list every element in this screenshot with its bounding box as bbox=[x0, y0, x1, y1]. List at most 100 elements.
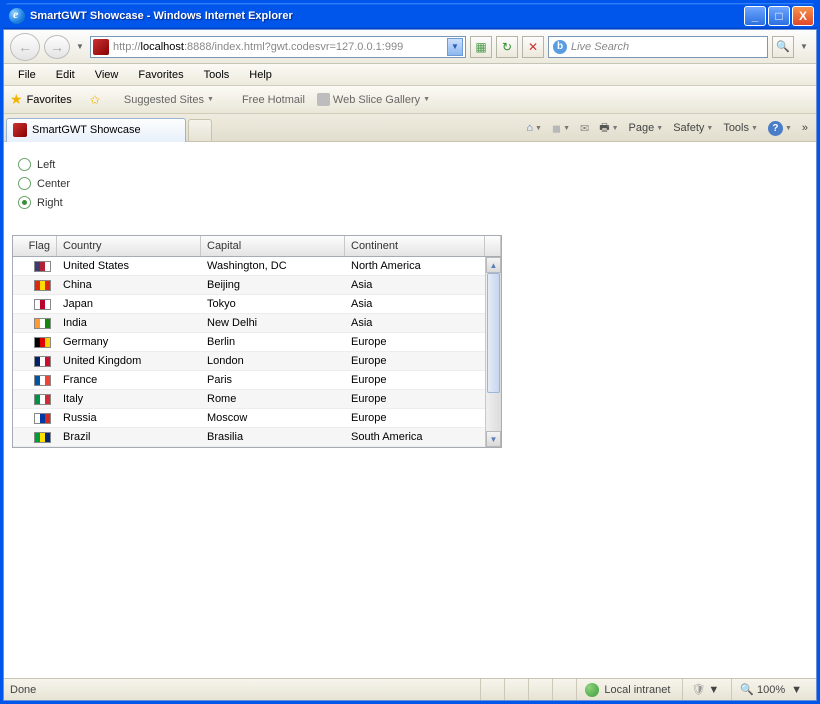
print-button[interactable]: 🖶▼ bbox=[595, 117, 622, 139]
cell-country: Russia bbox=[57, 409, 201, 427]
ie-small-icon bbox=[226, 93, 239, 106]
window-maximize-button[interactable]: □ bbox=[768, 6, 790, 26]
menu-file[interactable]: File bbox=[8, 66, 46, 84]
scroll-up-button[interactable]: ▲ bbox=[486, 257, 501, 273]
scroll-down-button[interactable]: ▼ bbox=[486, 431, 501, 447]
forward-button[interactable]: → bbox=[44, 35, 70, 59]
cell-capital: New Delhi bbox=[201, 314, 345, 332]
col-country[interactable]: Country bbox=[57, 236, 201, 256]
cell-continent: South America bbox=[345, 428, 485, 446]
toolbar-overflow[interactable]: » bbox=[798, 122, 812, 134]
table-row[interactable]: United StatesWashington, DCNorth America bbox=[13, 257, 501, 276]
cell-country: Germany bbox=[57, 333, 201, 351]
webslice-icon bbox=[317, 93, 330, 106]
site-icon bbox=[93, 39, 109, 55]
flag-icon bbox=[34, 356, 51, 367]
favorites-bar: ★ Favorites ✩ Suggested Sites ▼ Free Hot… bbox=[4, 86, 816, 114]
menu-favorites[interactable]: Favorites bbox=[128, 66, 193, 84]
refresh-button[interactable]: ↻ bbox=[496, 36, 518, 58]
cell-continent: Asia bbox=[345, 295, 485, 313]
help-button[interactable]: ?▼ bbox=[764, 117, 796, 139]
cell-capital: Tokyo bbox=[201, 295, 345, 313]
cell-country: Italy bbox=[57, 390, 201, 408]
compat-view-button[interactable]: ▦ bbox=[470, 36, 492, 58]
table-row[interactable]: JapanTokyoAsia bbox=[13, 295, 501, 314]
flag-icon bbox=[34, 375, 51, 386]
cell-capital: Rome bbox=[201, 390, 345, 408]
home-icon: ⌂ bbox=[526, 122, 533, 134]
status-cell-1 bbox=[480, 679, 500, 700]
radio-right-input[interactable] bbox=[18, 196, 31, 209]
ie-small-icon bbox=[108, 93, 121, 106]
safety-menu[interactable]: Safety▼ bbox=[669, 117, 717, 139]
menu-view[interactable]: View bbox=[85, 66, 129, 84]
col-continent[interactable]: Continent bbox=[345, 236, 485, 256]
address-bar[interactable]: http://localhost:8888/index.html?gwt.cod… bbox=[90, 36, 466, 58]
feeds-button[interactable]: ◼▼ bbox=[548, 117, 574, 139]
mail-icon: ✉ bbox=[580, 122, 589, 135]
nav-toolbar: ← → ▼ http://localhost:8888/index.html?g… bbox=[4, 30, 816, 64]
flag-icon bbox=[34, 318, 51, 329]
scroll-thumb[interactable] bbox=[487, 273, 500, 393]
radio-center[interactable]: Center bbox=[18, 177, 808, 190]
free-hotmail-link[interactable]: Free Hotmail bbox=[222, 91, 309, 108]
table-row[interactable]: GermanyBerlinEurope bbox=[13, 333, 501, 352]
search-go-button[interactable]: 🔍 bbox=[772, 36, 794, 58]
search-placeholder: Live Search bbox=[571, 41, 629, 53]
suggested-sites-link[interactable]: Suggested Sites ▼ bbox=[104, 91, 218, 108]
add-favorite-icon[interactable]: ✩ bbox=[90, 93, 100, 107]
radio-center-input[interactable] bbox=[18, 177, 31, 190]
status-zoom[interactable]: 🔍 100% ▼ bbox=[731, 679, 810, 700]
col-flag[interactable]: Flag bbox=[13, 236, 57, 256]
window-minimize-button[interactable]: _ bbox=[744, 6, 766, 26]
radio-right[interactable]: Right bbox=[18, 196, 808, 209]
window-close-button[interactable]: X bbox=[792, 6, 814, 26]
radio-left-input[interactable] bbox=[18, 158, 31, 171]
cell-capital: Brasilia bbox=[201, 428, 345, 446]
rss-icon: ◼ bbox=[552, 122, 561, 135]
table-row[interactable]: BrazilBrasiliaSouth America bbox=[13, 428, 501, 447]
grid-scrollbar[interactable]: ▲ ▼ bbox=[485, 257, 501, 447]
radio-center-label: Center bbox=[37, 178, 70, 190]
search-dropdown[interactable]: ▼ bbox=[798, 42, 810, 51]
new-tab-button[interactable] bbox=[188, 119, 212, 141]
cell-continent: Europe bbox=[345, 409, 485, 427]
flag-icon bbox=[34, 299, 51, 310]
cell-continent: Europe bbox=[345, 371, 485, 389]
read-mail-button[interactable]: ✉ bbox=[576, 117, 593, 139]
cell-country: India bbox=[57, 314, 201, 332]
table-row[interactable]: IndiaNew DelhiAsia bbox=[13, 314, 501, 333]
stop-button[interactable]: ✕ bbox=[522, 36, 544, 58]
search-box[interactable]: b Live Search bbox=[548, 36, 768, 58]
col-capital[interactable]: Capital bbox=[201, 236, 345, 256]
status-zone: Local intranet bbox=[576, 679, 678, 700]
table-row[interactable]: FranceParisEurope bbox=[13, 371, 501, 390]
page-menu[interactable]: Page▼ bbox=[625, 117, 668, 139]
tools-menu[interactable]: Tools▼ bbox=[719, 117, 762, 139]
nav-history-dropdown[interactable]: ▼ bbox=[74, 42, 86, 51]
zoom-icon: 🔍 bbox=[740, 683, 754, 696]
flag-icon bbox=[34, 432, 51, 443]
radio-left[interactable]: Left bbox=[18, 158, 808, 171]
grid-body: United StatesWashington, DCNorth America… bbox=[13, 257, 501, 447]
table-row[interactable]: ItalyRomeEurope bbox=[13, 390, 501, 409]
address-dropdown[interactable]: ▼ bbox=[447, 38, 463, 56]
favorites-label[interactable]: Favorites bbox=[27, 94, 72, 106]
table-row[interactable]: ChinaBeijingAsia bbox=[13, 276, 501, 295]
radio-left-label: Left bbox=[37, 159, 55, 171]
back-button[interactable]: ← bbox=[10, 33, 40, 61]
tab-smartgwt-showcase[interactable]: SmartGWT Showcase bbox=[6, 118, 186, 142]
table-row[interactable]: RussiaMoscowEurope bbox=[13, 409, 501, 428]
cell-continent: Asia bbox=[345, 276, 485, 294]
menu-tools[interactable]: Tools bbox=[194, 66, 240, 84]
table-row[interactable]: United KingdomLondonEurope bbox=[13, 352, 501, 371]
globe-icon bbox=[585, 683, 599, 697]
web-slice-gallery-link[interactable]: Web Slice Gallery ▼ bbox=[313, 91, 434, 108]
menu-help[interactable]: Help bbox=[239, 66, 282, 84]
cell-capital: Berlin bbox=[201, 333, 345, 351]
home-button[interactable]: ⌂▼ bbox=[522, 117, 546, 139]
flag-icon bbox=[34, 261, 51, 272]
cell-capital: Paris bbox=[201, 371, 345, 389]
status-protected-mode[interactable]: 🛡 ▼ bbox=[682, 679, 727, 700]
menu-edit[interactable]: Edit bbox=[46, 66, 85, 84]
